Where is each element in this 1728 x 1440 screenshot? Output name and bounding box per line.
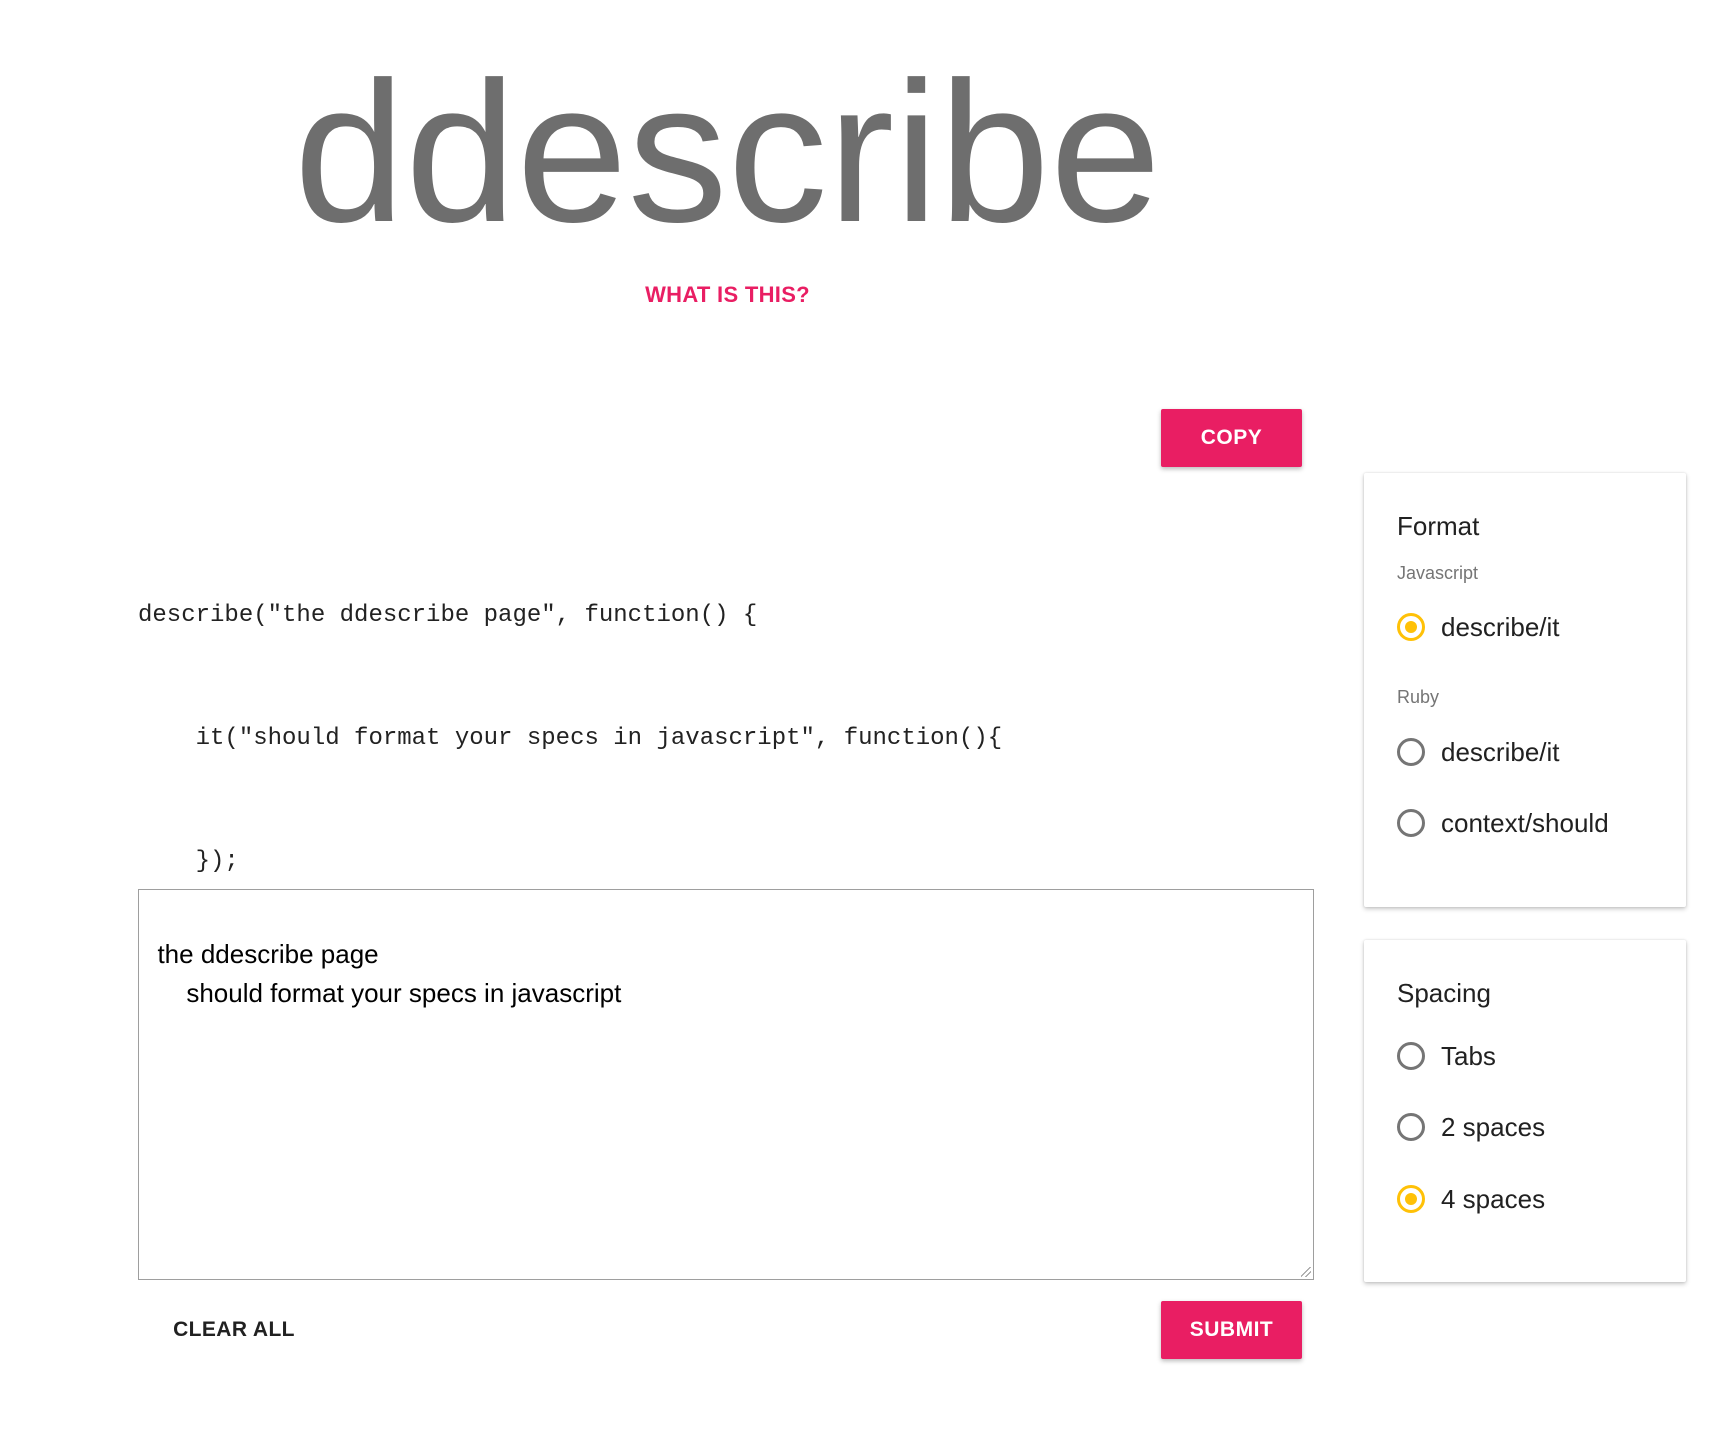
format-ruby-describe-it-radio[interactable]: describe/it (1397, 734, 1560, 770)
format-js-describe-it-radio[interactable]: describe/it (1397, 609, 1560, 645)
format-ruby-context-should-radio[interactable]: context/should (1397, 805, 1609, 841)
radio-label: describe/it (1441, 736, 1560, 767)
spacing-title: Spacing (1397, 978, 1491, 1008)
spec-input-text: the ddescribe page should format your sp… (157, 939, 622, 1008)
javascript-subheading: Javascript (1397, 563, 1479, 583)
copy-button[interactable]: COPY (1161, 409, 1302, 467)
resize-handle-icon[interactable] (1301, 1267, 1311, 1277)
ruby-subheading: Ruby (1397, 687, 1440, 707)
clear-all-button[interactable]: CLEAR ALL (154, 1301, 314, 1359)
submit-button[interactable]: SUBMIT (1161, 1301, 1302, 1359)
radio-checked-icon (1397, 1185, 1425, 1213)
radio-label: 4 spaces (1441, 1183, 1546, 1214)
radio-label: context/should (1441, 807, 1609, 838)
format-title: Format (1397, 511, 1480, 541)
spacing-tabs-radio[interactable]: Tabs (1397, 1038, 1496, 1074)
radio-label: Tabs (1441, 1040, 1496, 1071)
radio-unchecked-icon (1397, 738, 1425, 766)
spec-input-textarea[interactable]: the ddescribe page should format your sp… (138, 889, 1314, 1280)
radio-label: 2 spaces (1441, 1111, 1546, 1142)
spacing-4-spaces-radio[interactable]: 4 spaces (1397, 1181, 1545, 1217)
radio-checked-icon (1397, 613, 1425, 641)
app-logo-title: ddescribe (293, 41, 1162, 264)
radio-unchecked-icon (1397, 1113, 1425, 1141)
radio-unchecked-icon (1397, 1042, 1425, 1070)
code-line: it("should format your specs in javascri… (138, 725, 1003, 752)
spacing-2-spaces-radio[interactable]: 2 spaces (1397, 1109, 1545, 1145)
radio-label: describe/it (1441, 611, 1560, 642)
spacing-card: Spacing Tabs 2 spaces 4 spaces (1364, 940, 1686, 1282)
format-card: Format Javascript describe/it Ruby descr… (1364, 473, 1686, 907)
code-line: describe("the ddescribe page", function(… (138, 602, 758, 629)
what-is-this-link[interactable]: WHAT IS THIS? (0, 282, 1455, 308)
radio-unchecked-icon (1397, 809, 1425, 837)
